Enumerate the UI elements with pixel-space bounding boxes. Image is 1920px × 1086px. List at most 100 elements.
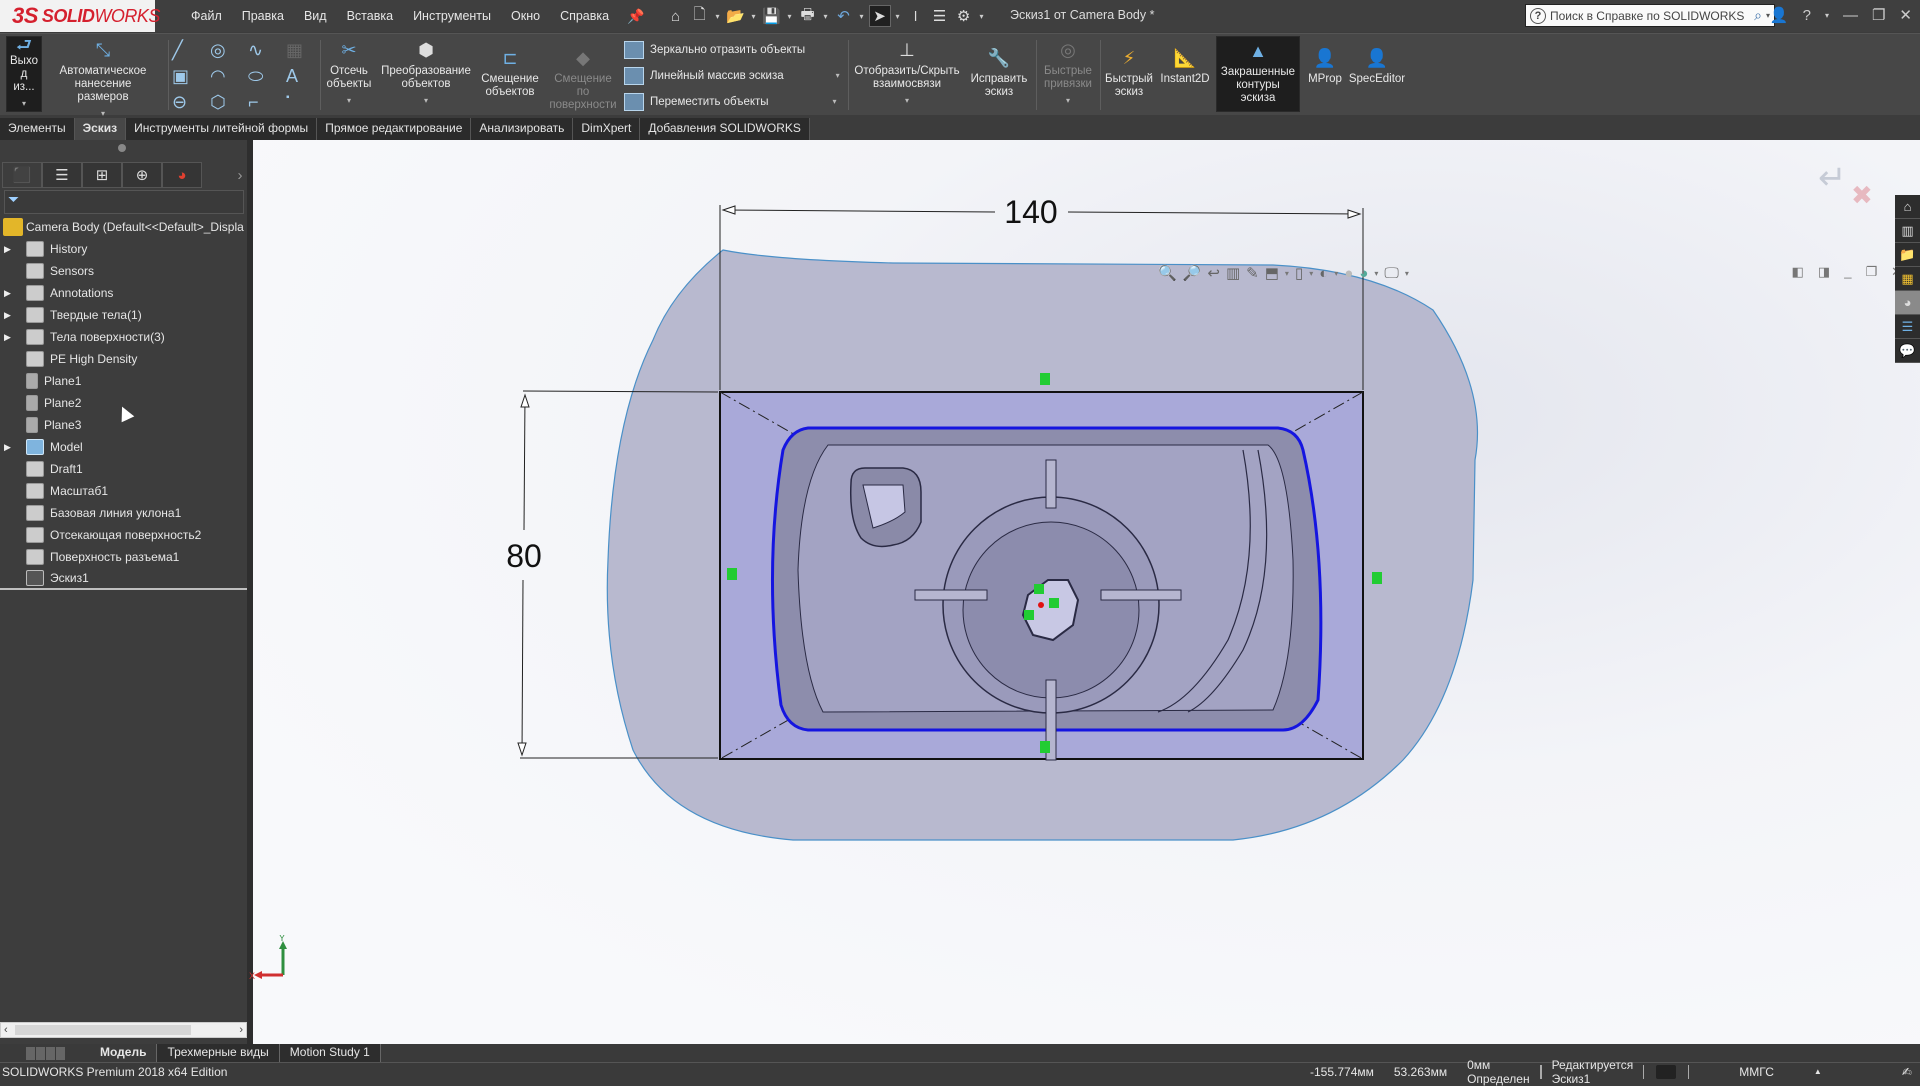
chevron-down-icon[interactable]: ▾ — [785, 12, 795, 21]
rebuild-status-icon[interactable] — [1656, 1064, 1677, 1079]
tab-features[interactable]: Элементы — [0, 118, 75, 140]
chevron-down-icon[interactable]: ▾ — [1285, 269, 1289, 278]
last-tab-icon[interactable] — [56, 1046, 65, 1060]
linear-pattern-button[interactable]: Линейный массив эскиза ▾ — [624, 66, 840, 85]
tree-root-part[interactable]: Camera Body (Default<<Default>_Displa — [0, 216, 247, 238]
shaded-sketch-contours-button[interactable]: ▲ Закрашенные контуры эскиза — [1216, 36, 1300, 112]
exit-sketch-button[interactable]: ⮐ Выхо д из... ▾ — [6, 36, 42, 112]
featuremanager-tab-icon[interactable]: ⬛ — [2, 162, 42, 188]
horizontal-relation-marker[interactable] — [1040, 373, 1050, 385]
design-library-icon[interactable]: ▥ — [1895, 219, 1920, 243]
zoom-to-fit-icon[interactable]: 🔍 — [1158, 264, 1177, 282]
tab-sketch[interactable]: Эскиз — [74, 118, 127, 140]
tree-item[interactable]: ▶ Model — [0, 436, 247, 458]
menu-edit[interactable]: Правка — [232, 9, 294, 23]
chevron-down-icon[interactable]: ▾ — [836, 71, 840, 80]
expand-arrow-icon[interactable]: ▶ — [4, 332, 18, 343]
trim-entities-button[interactable]: ✂ Отсечь объекты ▾ — [326, 38, 372, 107]
home-icon[interactable]: ⌂ — [665, 5, 687, 27]
expand-arrow-icon[interactable]: ▶ — [4, 288, 18, 299]
tab-evaluate[interactable]: Анализировать — [471, 118, 574, 140]
tree-item[interactable]: Эскиз1 — [0, 568, 247, 590]
surface-spline-icon[interactable]: ▦ — [286, 40, 324, 66]
displaymanager-tab-icon[interactable]: ◕ — [162, 162, 202, 188]
undo-icon[interactable]: ↶ — [833, 5, 855, 27]
panel-splitter-handle[interactable] — [118, 144, 126, 152]
tree-item[interactable]: ▶ Тела поверхности(3) — [0, 326, 247, 348]
tree-item[interactable]: PE High Density — [0, 348, 247, 370]
unit-system-selector[interactable]: ММГС — [1729, 1065, 1784, 1079]
options-gear-icon[interactable]: ⚙ — [953, 5, 975, 27]
tree-item[interactable]: ▶ History — [0, 238, 247, 260]
speceditor-button[interactable]: 👤 SpecEditor — [1348, 46, 1406, 86]
tab-mold-tools[interactable]: Инструменты литейной формы — [126, 118, 318, 140]
tree-item[interactable]: Масштаб1 — [0, 480, 247, 502]
offset-on-surface-button[interactable]: ◆ Смещение по поверхности — [548, 46, 618, 112]
prev-tab-icon[interactable] — [36, 1046, 45, 1060]
section-view-icon[interactable]: ▥ — [1226, 264, 1240, 282]
tab-model[interactable]: Модель — [90, 1044, 158, 1062]
expand-arrow-icon[interactable]: ▶ — [4, 310, 18, 321]
close-icon[interactable]: ✕ — [1899, 6, 1912, 24]
tree-item[interactable]: Sensors — [0, 260, 247, 282]
tab-3d-views[interactable]: Трехмерные виды — [157, 1044, 280, 1062]
move-entities-button[interactable]: Переместить объекты ▾ — [624, 92, 840, 111]
view-palette-icon[interactable]: ▦ — [1895, 267, 1920, 291]
point-icon[interactable]: ▪ — [286, 92, 324, 118]
chevron-down-icon[interactable]: ▾ — [22, 97, 26, 110]
view-settings-icon[interactable]: 🖵 — [1384, 265, 1398, 282]
open-icon[interactable]: 📂 — [725, 5, 747, 27]
line-icon[interactable]: ╱ — [172, 40, 210, 66]
appearances-icon[interactable]: ◕ — [1895, 291, 1920, 315]
tree-item[interactable]: Базовая линия уклона1 — [0, 502, 247, 524]
print-icon[interactable]: 🖶 — [797, 5, 819, 27]
dimension-horizontal-value[interactable]: 140 — [1004, 194, 1057, 230]
spline-icon[interactable]: ∿ — [248, 40, 286, 66]
restore-icon[interactable]: ❐ — [1865, 264, 1877, 280]
propertymanager-tab-icon[interactable]: ☰ — [42, 162, 82, 188]
chevron-down-icon[interactable]: ▾ — [857, 12, 867, 21]
tree-horizontal-scrollbar[interactable]: ‹ › — [0, 1022, 247, 1038]
menu-insert[interactable]: Вставка — [337, 9, 403, 23]
quick-tips-icon[interactable]: ✍ — [1892, 1065, 1920, 1079]
tree-item[interactable]: ▶ Annotations — [0, 282, 247, 304]
repair-sketch-button[interactable]: 🔧 Исправить эскиз — [966, 46, 1032, 99]
quick-snaps-button[interactable]: ◎ Быстрые привязки ▾ — [1040, 38, 1096, 107]
tree-item[interactable]: ▶ Твердые тела(1) — [0, 304, 247, 326]
minimize-icon[interactable]: _ — [1844, 264, 1851, 280]
instant2d-button[interactable]: 📐 Instant2D — [1158, 46, 1212, 86]
file-explorer-icon[interactable]: 📁 — [1895, 243, 1920, 267]
chevron-down-icon[interactable]: ▾ — [1374, 269, 1378, 278]
chevron-down-icon[interactable]: ▾ — [1825, 11, 1829, 20]
select-arrow-icon[interactable]: ➤ — [868, 5, 891, 27]
offset-entities-button[interactable]: ⊏ Смещение объектов — [480, 46, 540, 99]
help-search-input[interactable]: ? Поиск в Справке по SOLIDWORKS ⌕ ▾ — [1525, 4, 1775, 27]
arc-icon[interactable]: ◠ — [210, 66, 248, 92]
chevron-down-icon[interactable]: ▾ — [833, 97, 837, 106]
rectangle-icon[interactable]: ▣ — [172, 66, 210, 92]
previous-view-icon[interactable]: ↩ — [1207, 264, 1220, 282]
tree-filter-input[interactable]: ⏷ — [4, 190, 244, 214]
mprop-button[interactable]: 👤 MProp — [1304, 46, 1346, 86]
tab-solidworks-addins[interactable]: Добавления SOLIDWORKS — [640, 118, 810, 140]
text-icon[interactable]: A — [286, 66, 324, 92]
chevron-down-icon[interactable]: ▾ — [905, 94, 909, 107]
display-relations-button[interactable]: ⊥ Отобразить/Скрыть взаимосвязи ▾ — [852, 38, 962, 107]
forum-icon[interactable]: 💬 — [1895, 339, 1920, 363]
chevron-down-icon[interactable]: ▾ — [1405, 269, 1409, 278]
smart-dimension-button[interactable]: ⤡ Автоматическое нанесение размеров ▾ — [48, 38, 158, 120]
menu-file[interactable]: Файл — [181, 9, 232, 23]
chevron-down-icon[interactable]: ▾ — [1066, 94, 1070, 107]
first-tab-icon[interactable] — [26, 1046, 35, 1060]
dimxpertmanager-tab-icon[interactable]: ⊕ — [122, 162, 162, 188]
tile-left-icon[interactable]: ◧ — [1792, 264, 1804, 280]
restore-icon[interactable]: ❐ — [1872, 6, 1885, 24]
confirmation-corner-cancel-icon[interactable]: ✖ — [1851, 180, 1873, 211]
menu-view[interactable]: Вид — [294, 9, 337, 23]
view-orientation-icon[interactable]: ⬒ — [1265, 264, 1279, 282]
chevron-down-icon[interactable]: ▾ — [749, 12, 759, 21]
ellipse-icon[interactable]: ⬭ — [248, 66, 286, 92]
tree-item[interactable]: Plane1 — [0, 370, 247, 392]
horizontal-relation-marker[interactable] — [1040, 741, 1050, 753]
help-question-icon[interactable]: ? — [1803, 7, 1811, 24]
